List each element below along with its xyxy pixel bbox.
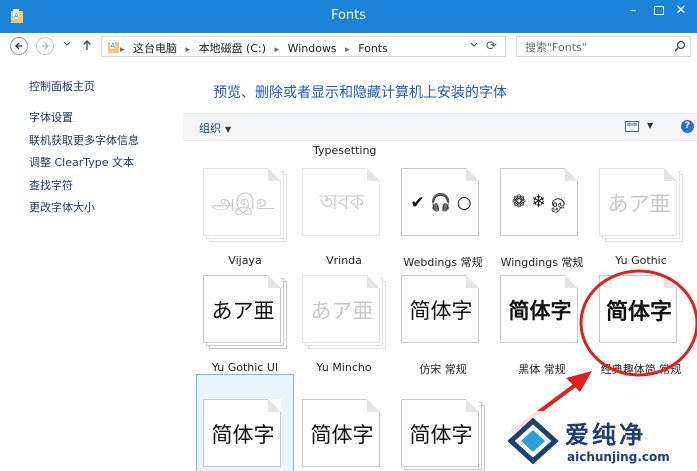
font-tile-selected[interactable]: 简体字 <box>196 374 294 471</box>
font-tile-jingdian-quti[interactable]: 简体字 经典趣体简 常规 <box>593 251 689 376</box>
title-bar: A Fonts – ✕ <box>0 0 697 33</box>
address-row: A ▸ 这台电脑 ▸ 本地磁盘 (C:) ▸ Windows ▸ Fonts ⟳ <box>0 33 697 60</box>
sidebar-item-cleartype[interactable]: 调整 ClearType 文本 <box>29 154 134 170</box>
change-view-icon[interactable] <box>625 121 639 132</box>
font-name: 经典趣体简 常规 <box>600 363 682 376</box>
sidebar-control-panel-home[interactable]: 控制面板主页 <box>29 78 95 94</box>
address-history-chevron-icon[interactable] <box>470 42 478 48</box>
search-icon[interactable] <box>674 40 686 52</box>
font-tile-yu-gothic-ui[interactable]: あア亜 Yu Gothic UI <box>197 251 293 374</box>
page-title: 预览、删除或者显示和隐藏计算机上安装的字体 <box>213 85 507 101</box>
font-sample-text: 简体字 <box>508 299 572 323</box>
back-button[interactable] <box>10 37 28 55</box>
address-bar[interactable]: A ▸ 这台电脑 ▸ 本地磁盘 (C:) ▸ Windows ▸ Fonts ⟳ <box>101 36 506 57</box>
breadcrumb-item[interactable]: 这台电脑 <box>133 42 177 55</box>
font-sample-text: あア亜 <box>310 299 374 323</box>
search-box[interactable] <box>516 36 691 58</box>
font-sample-text: ❁ ❄ ௐ <box>511 192 569 212</box>
font-tile-vrinda[interactable]: অবক Vrinda <box>296 144 392 267</box>
font-sample-text: 简体字 <box>310 423 374 447</box>
font-sample-text: 简体字 <box>409 299 473 323</box>
breadcrumb-item[interactable]: 本地磁盘 (C:) <box>199 42 266 55</box>
close-button[interactable]: ✕ <box>665 0 697 22</box>
organize-menu-button[interactable]: 组织 ▼ <box>199 120 231 136</box>
font-tile[interactable]: 简体字 <box>395 375 491 471</box>
watermark: 爱纯净 aichunjing.com <box>497 411 697 471</box>
sidebar: 控制面板主页 字体设置 联机获取更多字体信息 调整 ClearType 文本 查… <box>0 60 180 471</box>
font-sample-text: 简体字 <box>605 300 672 325</box>
font-tile[interactable]: 简体字 <box>296 375 392 471</box>
font-tile-heiti[interactable]: 简体字 黑体 常规 <box>494 251 590 376</box>
watermark-url: aichunjing.com <box>567 450 670 464</box>
font-sample-text: 简体字 <box>409 423 473 447</box>
font-tile-yu-gothic[interactable]: あア亜 Yu Gothic <box>593 144 689 267</box>
font-tile-webdings[interactable]: ✔ 🎧 ○ Webdings 常规 <box>395 144 491 269</box>
font-tile-fangsong[interactable]: 简体字 仿宋 常规 <box>395 251 491 376</box>
recent-locations-chevron-icon[interactable] <box>63 41 71 47</box>
command-bar: 组织 ▼ ▼ ? <box>183 113 697 141</box>
sidebar-item-change-font-size[interactable]: 更改字体大小 <box>29 199 95 215</box>
sidebar-item-font-settings[interactable]: 字体设置 <box>29 109 73 125</box>
watermark-logo-icon <box>507 417 559 465</box>
font-sample-text: அஇஉ <box>211 189 275 214</box>
font-sample-text: 简体字 <box>211 423 275 447</box>
arrow-left-icon <box>15 42 22 50</box>
watermark-text: 爱纯净 <box>565 421 646 449</box>
help-icon[interactable]: ? <box>681 120 694 133</box>
sidebar-item-find-character[interactable]: 查找字符 <box>29 177 73 193</box>
view-options-chevron-icon[interactable]: ▼ <box>647 121 653 130</box>
font-tile-wingdings[interactable]: ❁ ❄ ௐ Wingdings 常规 <box>494 144 590 269</box>
arrow-right-icon <box>42 42 49 50</box>
font-sample-text: あア亜 <box>607 192 671 216</box>
minimize-button[interactable]: – <box>619 0 647 22</box>
refresh-icon[interactable]: ⟳ <box>486 39 497 54</box>
font-tile-yu-mincho[interactable]: あア亜 Yu Mincho <box>296 251 392 374</box>
font-sample-text: あア亜 <box>211 299 275 323</box>
breadcrumb-item[interactable]: Windows <box>288 42 337 55</box>
font-sample-text: অবক <box>319 189 365 214</box>
breadcrumb-item[interactable]: Fonts <box>358 42 388 55</box>
sidebar-item-online-font-info[interactable]: 联机获取更多字体信息 <box>29 132 139 148</box>
search-input[interactable] <box>517 37 677 58</box>
breadcrumb: ▸ 这台电脑 ▸ 本地磁盘 (C:) ▸ Windows ▸ Fonts <box>120 42 388 55</box>
organize-label: 组织 <box>199 122 221 135</box>
font-tile-vijaya[interactable]: அஇஉ Vijaya <box>197 144 293 267</box>
up-arrow-icon[interactable] <box>82 39 92 51</box>
window-title: Fonts <box>330 8 367 23</box>
forward-button[interactable] <box>36 37 54 55</box>
font-sample-text: ✔ 🎧 ○ <box>410 193 472 213</box>
